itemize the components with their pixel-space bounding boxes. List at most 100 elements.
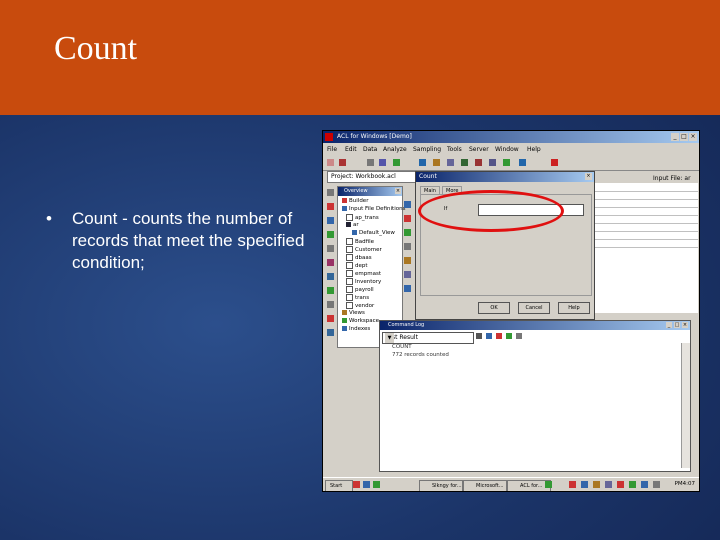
tool-icon[interactable] <box>327 259 334 266</box>
tree-item[interactable]: Badfile <box>346 238 374 245</box>
tool-icon[interactable] <box>506 333 512 339</box>
menu-window[interactable]: Window <box>495 146 519 153</box>
tree-item[interactable]: payroll <box>346 286 374 293</box>
copy-icon[interactable] <box>393 159 400 166</box>
count-icon[interactable] <box>461 159 468 166</box>
tool-icon[interactable] <box>486 333 492 339</box>
menu-file[interactable]: File <box>327 146 337 153</box>
tool-icon[interactable] <box>404 257 411 264</box>
tray-icon[interactable] <box>653 481 660 488</box>
classify-icon[interactable] <box>503 159 510 166</box>
tool-icon[interactable] <box>404 271 411 278</box>
chevron-down-icon[interactable]: ▼ <box>385 333 394 343</box>
tool-icon[interactable] <box>327 231 334 238</box>
scrollbar[interactable] <box>681 343 690 468</box>
view-icon <box>352 230 357 235</box>
tree-item[interactable]: Inventory <box>346 278 381 285</box>
ok-button[interactable]: OK <box>478 302 510 314</box>
tree-item[interactable]: dbaas <box>346 254 372 261</box>
menu-tools[interactable]: Tools <box>447 146 462 153</box>
stratify-icon[interactable] <box>489 159 496 166</box>
close-icon[interactable]: × <box>585 173 592 180</box>
cancel-button[interactable]: Cancel <box>518 302 550 314</box>
tree-item[interactable]: trans <box>346 294 369 301</box>
tool-icon[interactable] <box>327 329 334 336</box>
tool-icon[interactable] <box>404 229 411 236</box>
tool-icon[interactable] <box>327 301 334 308</box>
tree-item[interactable]: empmast <box>346 270 381 277</box>
close-icon[interactable]: × <box>689 133 697 141</box>
tray-icon[interactable] <box>629 481 636 488</box>
tree-item[interactable]: Default_View <box>352 230 395 236</box>
tool-icon[interactable] <box>327 189 334 196</box>
start-button[interactable]: Start <box>325 480 353 491</box>
quicklaunch-icon[interactable] <box>373 481 380 488</box>
result-select[interactable]: Last Result ▼ <box>382 332 474 344</box>
log-result: 772 records counted <box>392 352 449 358</box>
save-icon[interactable] <box>339 159 346 166</box>
tool-icon[interactable] <box>516 333 522 339</box>
menu-data[interactable]: Data <box>363 146 377 153</box>
tool-icon[interactable] <box>404 215 411 222</box>
toolbar <box>323 156 699 171</box>
sort-icon[interactable] <box>433 159 440 166</box>
tree-item[interactable]: Workspace <box>342 318 379 324</box>
tool-icon[interactable] <box>327 245 334 252</box>
quicklaunch-icon[interactable] <box>353 481 360 488</box>
tree-item[interactable]: Views <box>342 310 365 316</box>
tray-icon[interactable] <box>593 481 600 488</box>
tray-icon[interactable] <box>545 481 552 488</box>
task-item[interactable]: Microsoft... <box>463 480 507 491</box>
index-icon[interactable] <box>447 159 454 166</box>
tray-icon[interactable] <box>605 481 612 488</box>
print-icon[interactable] <box>367 159 374 166</box>
maximize-icon[interactable]: □ <box>680 133 688 141</box>
tool-icon[interactable] <box>327 203 334 210</box>
tree-item[interactable]: dept <box>346 262 368 269</box>
tool-icon[interactable] <box>476 333 482 339</box>
tree-item[interactable]: Customer <box>346 246 382 253</box>
total-icon[interactable] <box>475 159 482 166</box>
help-icon[interactable] <box>551 159 558 166</box>
tree-item[interactable]: vendor <box>346 302 374 309</box>
close-icon[interactable]: × <box>682 322 688 328</box>
log-title-bar: Command Log _ □ × <box>380 321 690 330</box>
tree-item[interactable]: ap_trans <box>346 214 379 221</box>
tool-icon[interactable] <box>496 333 502 339</box>
task-item[interactable]: Slkngy for... <box>419 480 463 491</box>
open-icon[interactable] <box>327 159 334 166</box>
tree-item[interactable]: Indexes <box>342 326 370 332</box>
tool-icon[interactable] <box>327 315 334 322</box>
minimize-icon[interactable]: _ <box>666 322 672 328</box>
tool-icon[interactable] <box>404 243 411 250</box>
tray-icon[interactable] <box>641 481 648 488</box>
taskbar: Start Slkngy for... Microsoft... ACL for… <box>323 477 699 491</box>
menu-help[interactable]: Help <box>527 146 541 153</box>
maximize-icon[interactable]: □ <box>674 322 680 328</box>
minimize-icon[interactable]: _ <box>671 133 679 141</box>
menu-analyze[interactable]: Analyze <box>383 146 407 153</box>
slide-title: Count <box>54 30 138 67</box>
tray-icon[interactable] <box>581 481 588 488</box>
menu-edit[interactable]: Edit <box>345 146 357 153</box>
tray-icon[interactable] <box>617 481 624 488</box>
tray-icon[interactable] <box>569 481 576 488</box>
folder-icon <box>342 206 347 211</box>
cut-icon[interactable] <box>379 159 386 166</box>
quicklaunch-icon[interactable] <box>363 481 370 488</box>
tool-icon[interactable] <box>404 285 411 292</box>
menu-sampling[interactable]: Sampling <box>413 146 441 153</box>
tree-item[interactable]: ar <box>346 222 359 228</box>
table-icon <box>346 286 353 293</box>
tree-item[interactable]: Builder <box>342 198 368 204</box>
close-icon[interactable]: × <box>395 188 401 194</box>
tool-icon[interactable] <box>327 217 334 224</box>
help-button[interactable]: Help <box>558 302 590 314</box>
filter-icon[interactable] <box>419 159 426 166</box>
menu-server[interactable]: Server <box>469 146 489 153</box>
graph-icon[interactable] <box>519 159 526 166</box>
tool-icon[interactable] <box>404 201 411 208</box>
tool-icon[interactable] <box>327 273 334 280</box>
tree-item[interactable]: Input File Definitions <box>342 206 405 212</box>
tool-icon[interactable] <box>327 287 334 294</box>
